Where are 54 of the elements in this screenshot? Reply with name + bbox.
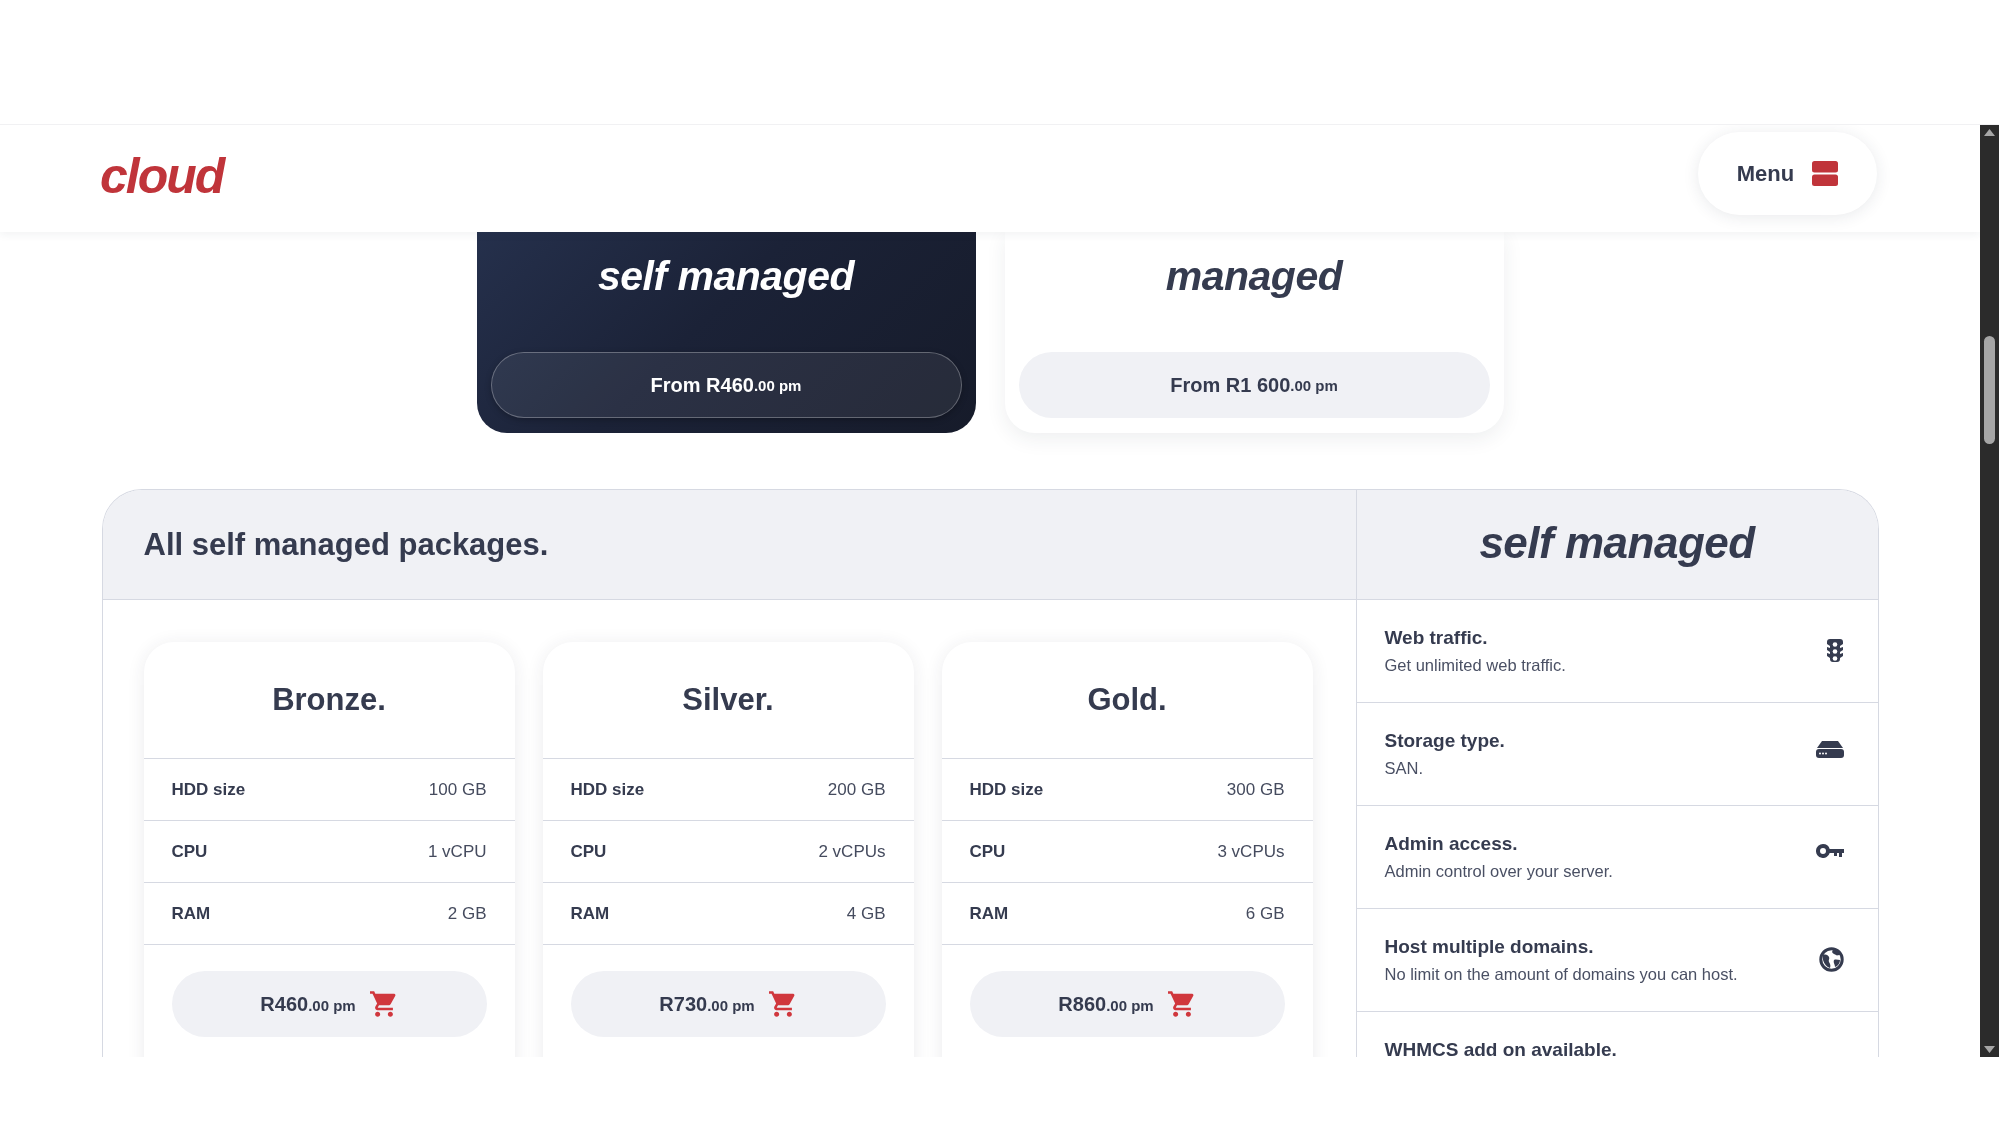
spec-value: 200 GB	[827, 779, 886, 800]
price-button[interactable]: R860.00 pm	[969, 971, 1285, 1037]
spec-label: CPU	[570, 841, 607, 862]
feature-description: Get unlimited web traffic.	[1384, 655, 1566, 676]
feature-title: Admin access.	[1384, 832, 1519, 856]
scrollbar-thumb[interactable]	[1984, 336, 1995, 444]
cart-icon	[369, 990, 398, 1018]
feature-description: Admin control over your server.	[1384, 861, 1613, 882]
cart-icon	[768, 990, 797, 1018]
feature-title: WHMCS add on available.	[1384, 1038, 1617, 1057]
scroll-up-icon[interactable]	[1984, 129, 1995, 136]
spec-value: 6 GB	[1245, 903, 1285, 924]
plan-card[interactable]: self managed From R460.00 pm	[476, 232, 976, 433]
menu-button[interactable]: Menu	[1698, 132, 1877, 215]
scrollbar[interactable]	[1980, 125, 1999, 1057]
spec-label: RAM	[969, 903, 1009, 924]
spec-value: 3 vCPUs	[1217, 841, 1285, 862]
spec-value: 4 GB	[846, 903, 886, 924]
price-button[interactable]: R460.00 pm	[171, 971, 487, 1037]
scroll-down-icon[interactable]	[1984, 1046, 1995, 1053]
plan-title: managed	[1165, 252, 1343, 301]
spec-label: RAM	[171, 903, 211, 924]
feature-title: Storage type.	[1384, 729, 1505, 753]
feature-title: Web traffic.	[1384, 626, 1489, 650]
spec-label: HDD size	[570, 779, 645, 800]
feature-description: No limit on the amount of domains you can host.	[1384, 964, 1738, 985]
spec-label: CPU	[969, 841, 1006, 862]
menu-icon	[1812, 161, 1839, 186]
spec-value: 2 GB	[447, 903, 487, 924]
plan-price-button[interactable]: From R460.00 pm	[490, 352, 962, 418]
feature-description: SAN.	[1384, 758, 1424, 779]
spec-label: CPU	[171, 841, 208, 862]
package-name: Silver.	[682, 682, 774, 718]
spec-value: 1 vCPU	[427, 841, 487, 862]
plan-title: self managed	[1479, 517, 1755, 569]
feature-title: Host multiple domains.	[1384, 935, 1595, 959]
plan-card[interactable]: managed From R1 600.00 pm	[1004, 232, 1504, 433]
plan-title: self managed	[597, 252, 854, 301]
spec-label: HDD size	[171, 779, 246, 800]
package-name: Bronze.	[272, 682, 386, 718]
cart-icon	[1167, 990, 1196, 1018]
hard-drive-icon	[1815, 741, 1844, 758]
spec-label: HDD size	[969, 779, 1044, 800]
spec-value: 100 GB	[428, 779, 487, 800]
globe-icon	[1818, 947, 1844, 972]
plan-price-button[interactable]: From R1 600.00 pm	[1018, 352, 1490, 418]
spec-label: RAM	[570, 903, 610, 924]
price-button[interactable]: R730.00 pm	[570, 971, 886, 1037]
logo[interactable]: cloud	[100, 150, 224, 207]
spec-value: 300 GB	[1226, 779, 1285, 800]
spec-value: 2 vCPUs	[818, 841, 886, 862]
package-name: Gold.	[1087, 682, 1167, 718]
key-icon	[1815, 844, 1844, 858]
panel-title: All self managed packages.	[143, 526, 549, 563]
